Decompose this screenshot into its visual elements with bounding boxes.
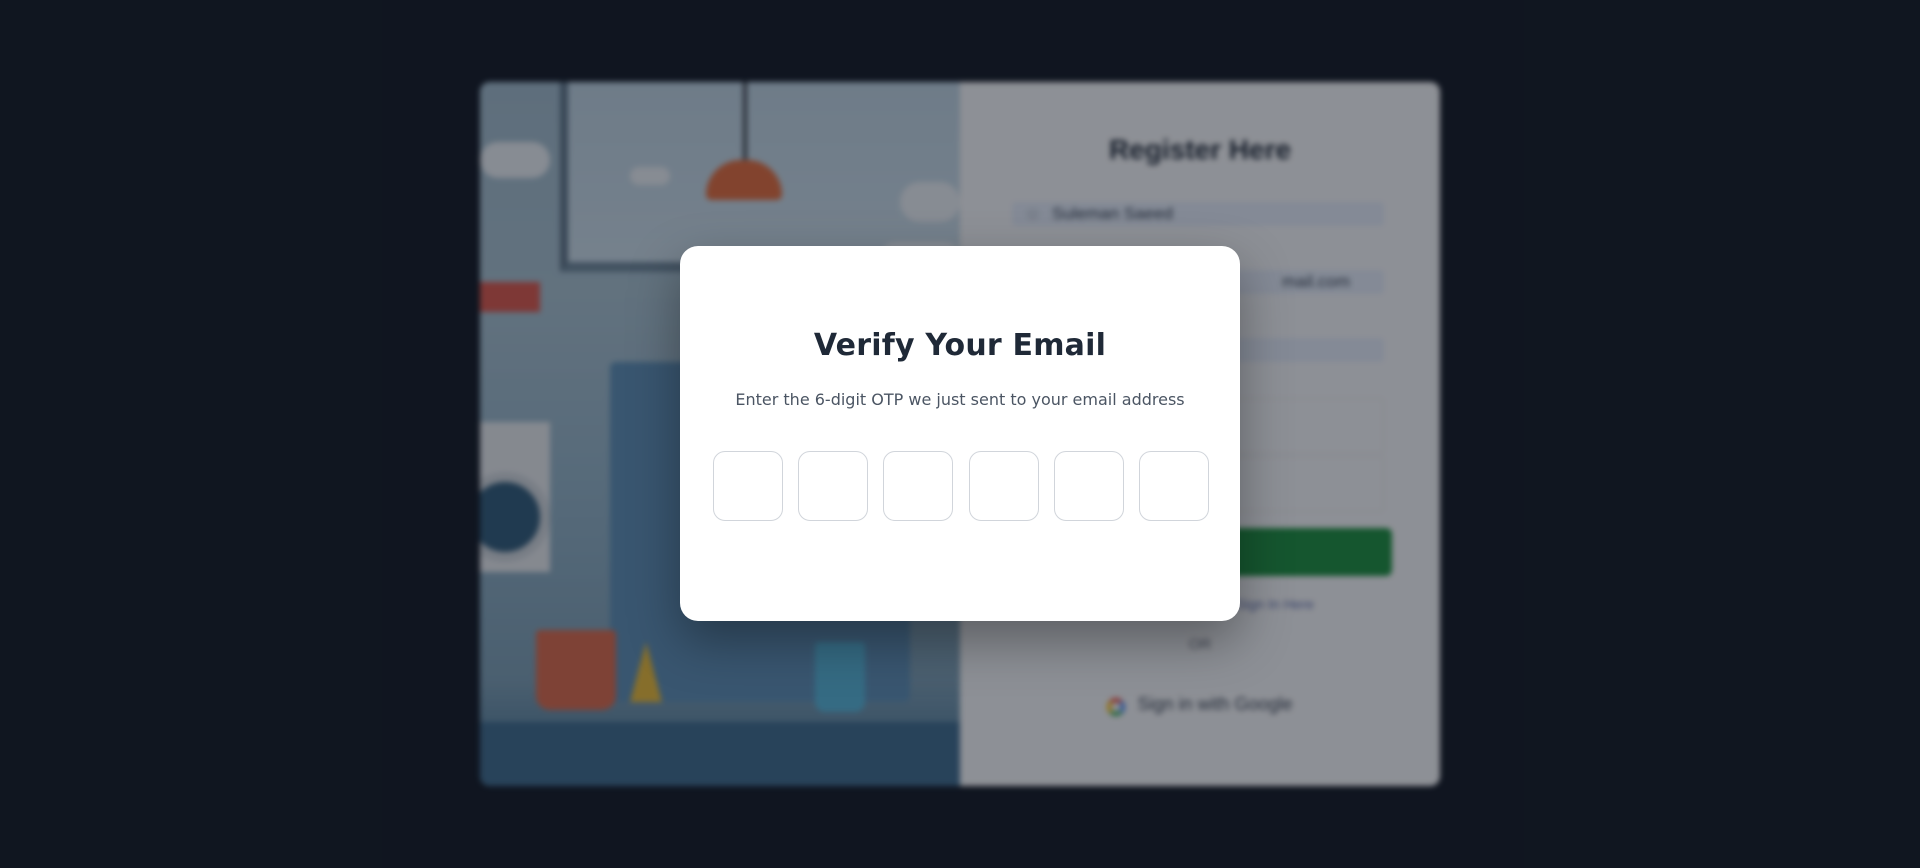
otp-digit-5[interactable] xyxy=(1053,451,1124,521)
otp-digit-1[interactable] xyxy=(713,451,783,521)
otp-digit-4[interactable] xyxy=(968,451,1039,521)
verify-email-modal: Verify Your Email Enter the 6-digit OTP … xyxy=(680,246,1240,621)
otp-input-group xyxy=(713,451,1209,521)
otp-digit-3[interactable] xyxy=(883,451,954,521)
modal-title: Verify Your Email xyxy=(813,328,1107,363)
otp-digit-6[interactable] xyxy=(1138,451,1209,521)
otp-digit-2[interactable] xyxy=(798,451,869,521)
modal-subtitle: Enter the 6-digit OTP we just sent to yo… xyxy=(735,390,1185,409)
